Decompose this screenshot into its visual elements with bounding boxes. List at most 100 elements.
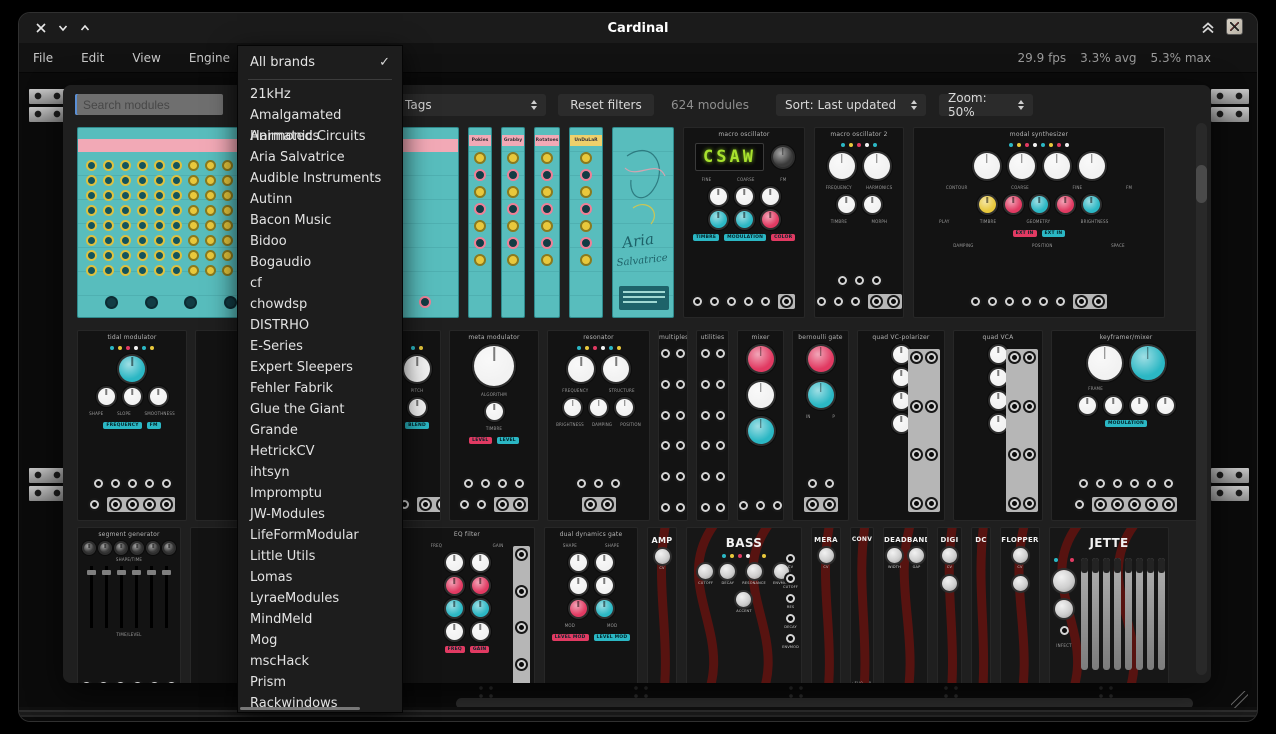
port-icon <box>756 501 765 510</box>
module-tile-meta-modulator[interactable]: meta modulatorALGORITHMTIMBRELEVELLEVEL <box>449 330 539 521</box>
module-tile-mixer[interactable]: mixer <box>737 330 784 521</box>
knob-icon <box>446 623 463 640</box>
knob-icon <box>1057 196 1074 213</box>
port-icon <box>94 479 103 488</box>
brand-menu-item[interactable]: Animated Circuits <box>238 126 402 147</box>
module-tile-dual-dynamics-gate[interactable]: dual dynamics gateSHAPESHAPEMODMODLEVEL … <box>544 527 638 683</box>
port-icon <box>1075 500 1084 509</box>
port-icon <box>517 587 526 596</box>
brand-menu-item[interactable]: DISTRHO <box>238 315 402 336</box>
brand-menu-item[interactable]: LyraeModules <box>238 588 402 609</box>
module-tile-tidal-modulator[interactable]: tidal modulatorSHAPESLOPESMOOTHNESSFREQU… <box>77 330 187 521</box>
port-icon <box>838 276 847 285</box>
port-icon <box>145 500 154 509</box>
module-tile-rotatoes[interactable]: Rotatoes <box>534 127 560 318</box>
module-tile-jette[interactable]: JETTEINFECT <box>1049 527 1169 683</box>
menu-file[interactable]: File <box>19 51 67 65</box>
knob-icon <box>942 576 957 591</box>
brand-menu-item[interactable]: Glue the Giant <box>238 399 402 420</box>
brand-menu-item[interactable]: Rackwindows <box>238 693 402 714</box>
module-tile-undular[interactable]: UnDuLaR <box>569 127 603 318</box>
brand-menu-item[interactable]: JW-Modules <box>238 504 402 525</box>
search-input[interactable] <box>75 94 223 115</box>
brand-menu-item[interactable]: Mog <box>238 630 402 651</box>
reset-filters-button[interactable]: Reset filters <box>558 94 654 116</box>
menu-edit[interactable]: Edit <box>67 51 118 65</box>
port-icon <box>716 441 725 450</box>
module-tile-segment-generator[interactable]: segment generatorSHAPE/TIMETIME/LEVELGAT… <box>77 527 181 683</box>
brand-menu-item[interactable]: E-Series <box>238 336 402 357</box>
module-tile-macro-oscillator[interactable]: macro oscillatorCSAWFINECOARSEFMTIMBREMO… <box>683 127 805 318</box>
module-tile-quad-vca[interactable]: quad VCA <box>953 330 1043 521</box>
module-tile-flopper[interactable]: FLOPPERCVIN <box>1000 527 1040 683</box>
brand-menu-item-all[interactable]: All brands ✓ <box>238 51 402 74</box>
zoom-select[interactable]: Zoom: 50% <box>939 94 1033 116</box>
module-tile-bernoulli-gate[interactable]: bernoulli gateINP <box>792 330 849 521</box>
module-tile[interactable]: AriaSalvatrice <box>612 127 674 318</box>
module-tile-resonator[interactable]: resonatorFREQUENCYSTRUCTUREBRIGHTNESSDAM… <box>547 330 650 521</box>
brand-menu-item[interactable]: mscHack <box>238 651 402 672</box>
module-tile-quad-vc-polarizer[interactable]: quad VC-polarizer <box>857 330 945 521</box>
brand-menu-item[interactable]: Little Utils <box>238 546 402 567</box>
brand-menu-item[interactable]: Amalgamated Harmonics <box>238 105 402 126</box>
brand-menu-item[interactable]: Prism <box>238 672 402 693</box>
vertical-scrollbar[interactable] <box>1196 123 1207 675</box>
brand-menu-item[interactable]: Bidoo <box>238 231 402 252</box>
brand-menu-item[interactable]: Fehler Fabrik <box>238 378 402 399</box>
module-tile-dc[interactable]: DCIN <box>971 527 991 683</box>
brand-menu-item[interactable]: Grande <box>238 420 402 441</box>
port-icon <box>855 276 864 285</box>
knob-icon <box>710 188 727 205</box>
knob-icon <box>736 592 751 607</box>
menu-bar: File Edit View Engine Help 29.9 fps 3.3%… <box>19 43 1257 73</box>
port-icon <box>1077 297 1086 306</box>
brand-menu-item[interactable]: Impromptu <box>238 483 402 504</box>
module-tile-amp[interactable]: AMPCVIN <box>647 527 677 683</box>
module-tile-digi[interactable]: DIGICVANALOG <box>937 527 962 683</box>
brand-menu-item[interactable]: Bogaudio <box>238 252 402 273</box>
module-tile-mera[interactable]: MERACVPRE <box>811 527 841 683</box>
module-tile-eq-filter[interactable]: EQ filterFREQGAINFREQGAIN <box>399 527 535 683</box>
brand-menu-item[interactable]: Autinn <box>238 189 402 210</box>
double-chevron-up-icon[interactable] <box>1200 19 1216 35</box>
brand-menu-item[interactable]: chowdsp <box>238 294 402 315</box>
module-tile-multiples[interactable]: multiples <box>658 330 688 521</box>
module-tile-grabby[interactable]: Grabby <box>501 127 525 318</box>
module-browser-panel: All brands Tags Reset filters 624 module… <box>63 85 1211 683</box>
brand-menu-item[interactable]: MindMeld <box>238 609 402 630</box>
cardinal-app-icon[interactable] <box>1226 18 1243 35</box>
brand-menu-item[interactable]: ihtsyn <box>238 462 402 483</box>
module-tile-bass[interactable]: BASSCUTOFFDECAYRESONANCEENVMODACCENTCVCU… <box>686 527 802 683</box>
param-chip: LEVEL <box>469 437 491 444</box>
brand-menu-item[interactable]: Audible Instruments <box>238 168 402 189</box>
knob-icon <box>100 543 110 553</box>
brand-menu-item[interactable]: Aria Salvatrice <box>238 147 402 168</box>
menu-engine[interactable]: Engine <box>175 51 244 65</box>
resize-grip-icon[interactable] <box>1231 691 1248 708</box>
module-tile-modal-synthesizer[interactable]: modal synthesizerCONTOURCOARSEFINEFMPLAY… <box>913 127 1165 318</box>
brand-menu-item[interactable]: Expert Sleepers <box>238 357 402 378</box>
module-tile-utilities[interactable]: utilities <box>696 330 729 521</box>
module-tile-conv[interactable]: CONV+5V0-10V0-10V <box>850 527 874 683</box>
port-icon <box>1164 479 1173 488</box>
port-icon <box>786 574 795 583</box>
param-chip: COLOR <box>771 234 795 241</box>
sort-select[interactable]: Sort: Last updated <box>776 94 926 116</box>
brand-menu-item[interactable]: Bacon Music <box>238 210 402 231</box>
port-icon <box>701 380 710 389</box>
brand-menu-item[interactable]: HetrickCV <box>238 441 402 462</box>
module-tile-keyframer-mixer[interactable]: keyframer/mixerFRAMEMODULATION <box>1051 330 1201 521</box>
brand-menu-item[interactable]: LifeFormModular <box>238 525 402 546</box>
module-tile-deadband[interactable]: DEADBANDWIDTHGAPCV <box>883 527 928 683</box>
vertical-scrollbar-thumb[interactable] <box>1196 165 1207 203</box>
module-tile-macro-oscillator-2[interactable]: macro oscillator 2FREQUENCYHARMONICSTIMB… <box>814 127 904 318</box>
module-tile-pokies[interactable]: Pokies <box>468 127 492 318</box>
brand-menu-item[interactable]: 21kHz <box>238 84 402 105</box>
menu-view[interactable]: View <box>118 51 174 65</box>
tags-select[interactable]: Tags <box>396 94 546 116</box>
port-icon <box>889 297 898 306</box>
brand-menu-item[interactable]: cf <box>238 273 402 294</box>
brand-menu-item[interactable]: Lomas <box>238 567 402 588</box>
menu-scrollbar[interactable] <box>240 707 360 710</box>
led-display: CSAW <box>695 143 764 171</box>
